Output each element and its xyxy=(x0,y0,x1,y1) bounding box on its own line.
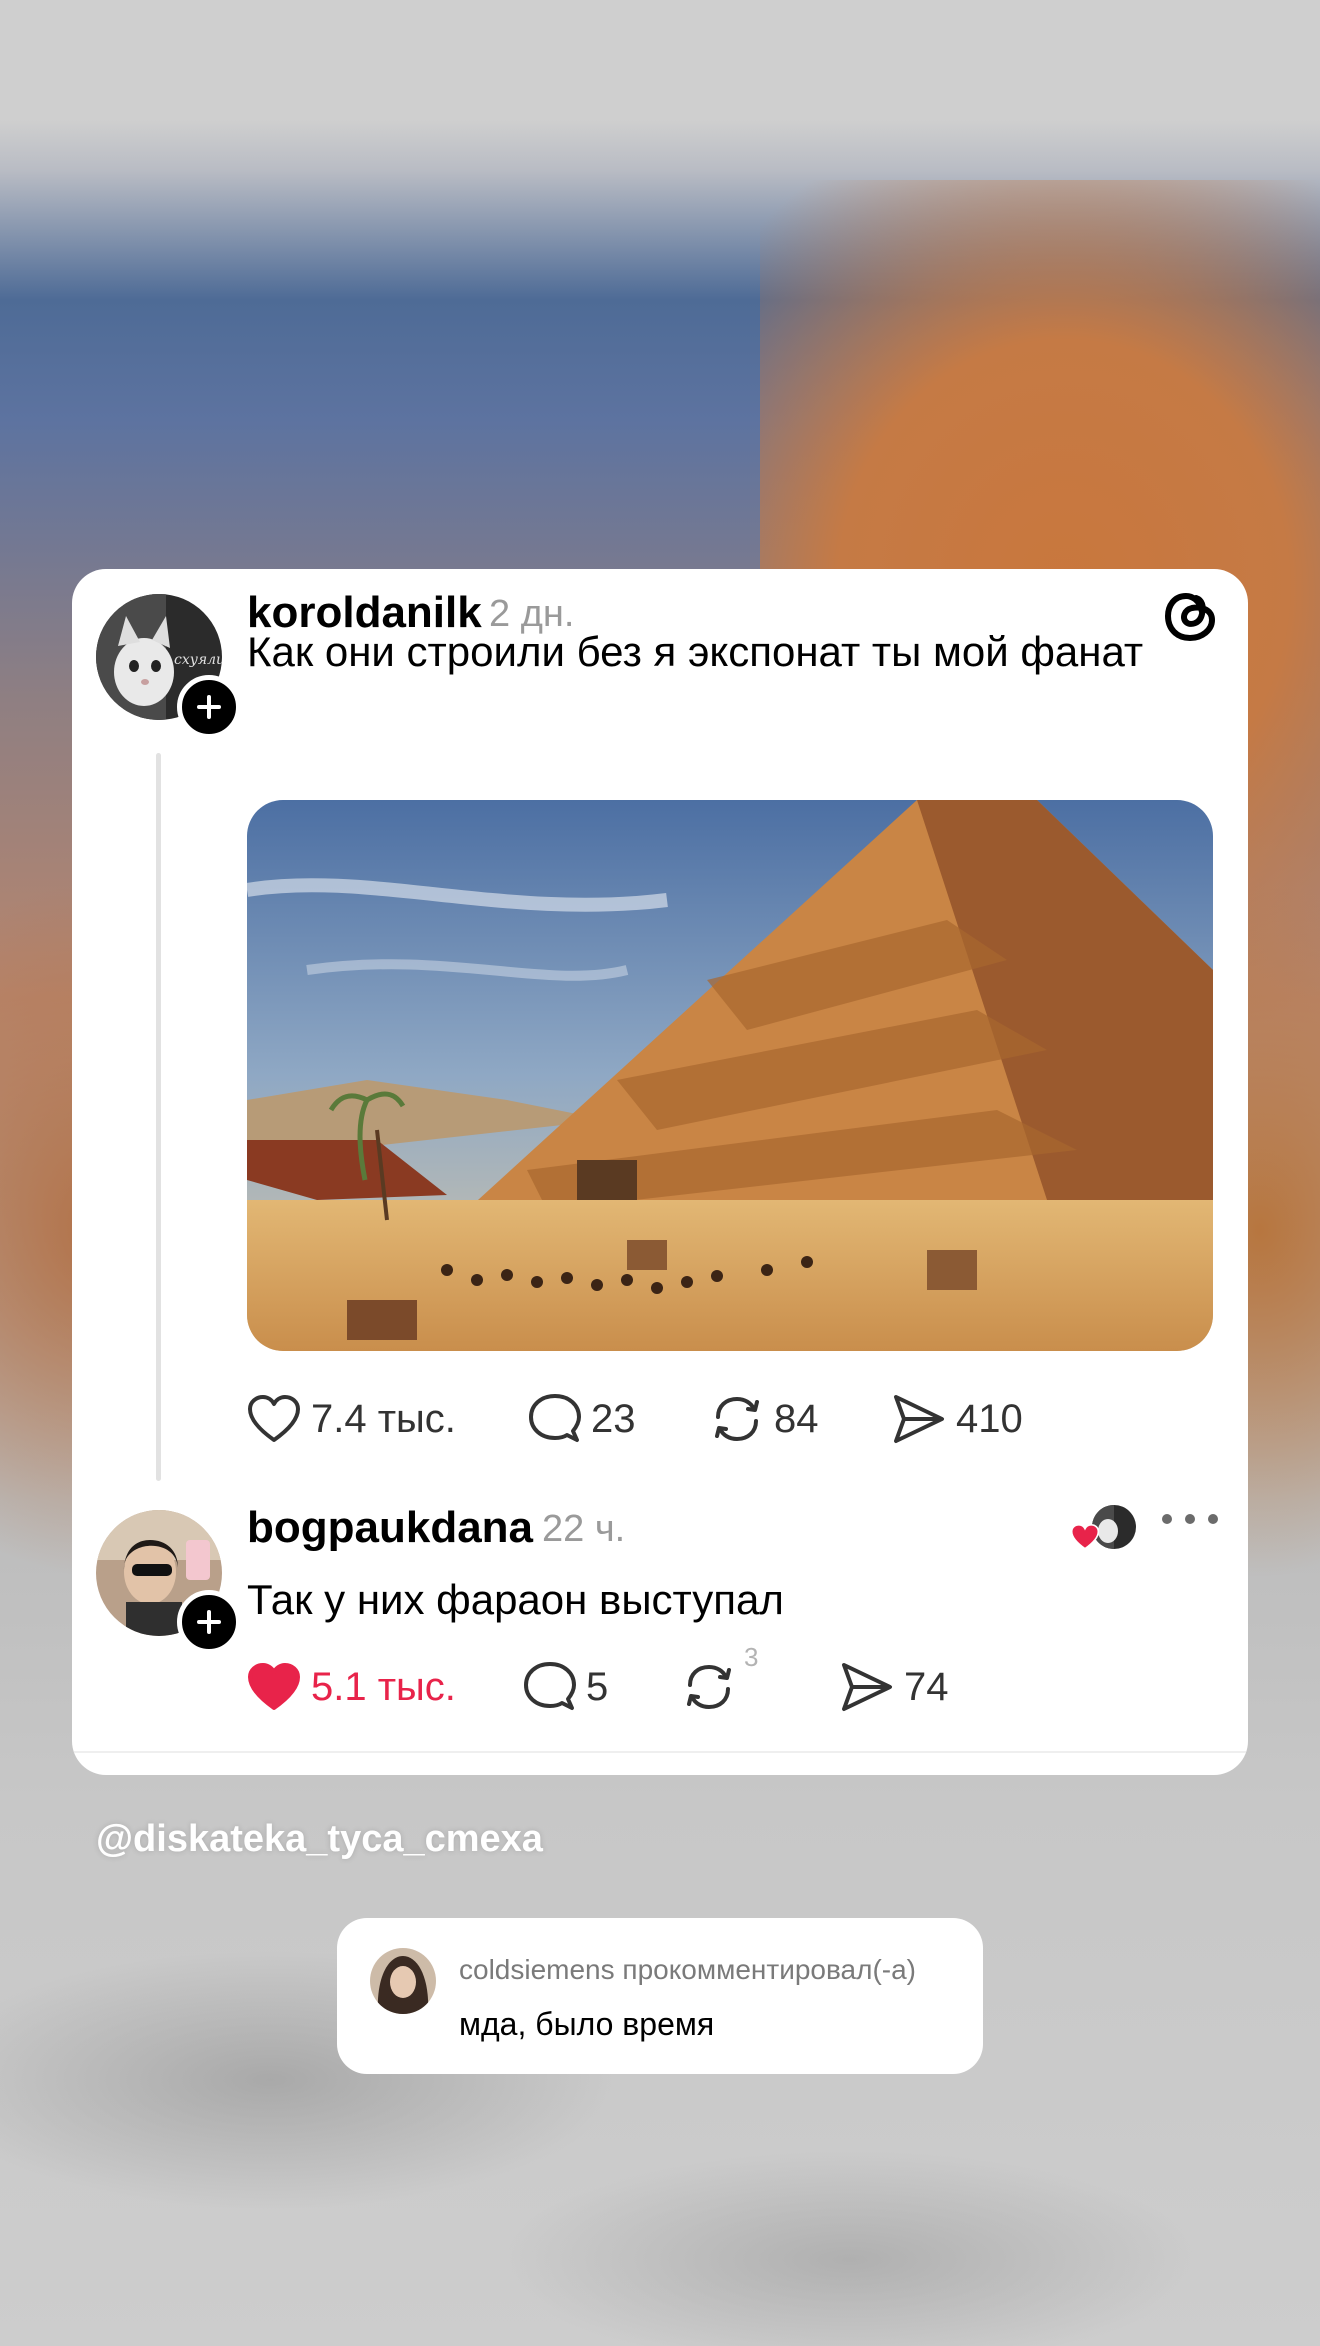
comment-notification[interactable]: coldsiemens прокомментировал(-а) мда, бы… xyxy=(337,1918,983,2074)
threads-post-card: схуяли koroldanilk 2 дн. Как они строили… xyxy=(72,569,1248,1775)
commenter-avatar xyxy=(370,1948,436,2014)
comment-count: 23 xyxy=(591,1397,636,1441)
reply-text: Так у них фараон выступал xyxy=(247,1576,784,1623)
share-count: 410 xyxy=(956,1397,1023,1441)
plus-icon xyxy=(197,695,221,719)
threads-logo-icon[interactable] xyxy=(1162,586,1218,646)
notification-message: мда, было время xyxy=(459,2006,715,2042)
more-icon xyxy=(1162,1514,1172,1524)
like-action[interactable]: 7.4 тыс. xyxy=(247,1389,456,1449)
comment-action[interactable]: 5 xyxy=(524,1657,608,1717)
notification-title: coldsiemens прокомментировал(-а) xyxy=(459,1954,917,1985)
reply-time: 22 ч. xyxy=(542,1508,626,1550)
repost-icon xyxy=(687,1664,731,1710)
post-text: Как они строили без я экспонат ты мой фа… xyxy=(247,628,1144,675)
heart-icon xyxy=(248,1663,300,1710)
like-count: 5.1 тыс. xyxy=(311,1665,456,1709)
like-count: 7.4 тыс. xyxy=(311,1397,456,1441)
thread-connector-line xyxy=(156,753,161,1481)
like-action[interactable]: 5.1 тыс. xyxy=(247,1657,456,1717)
repost-action[interactable]: 84 xyxy=(710,1389,819,1449)
heart-icon xyxy=(248,1395,300,1442)
share-action[interactable]: 74 xyxy=(840,1657,949,1717)
share-icon xyxy=(894,1395,944,1443)
more-options-button[interactable] xyxy=(1162,1509,1218,1529)
pyramid-image[interactable] xyxy=(247,800,1213,1351)
watermark-username: @diskateka_tyca_cmexa xyxy=(96,1818,543,1860)
repost-count: 3 xyxy=(744,1642,759,1672)
author-liked-indicator xyxy=(1070,1505,1136,1555)
comment-action[interactable]: 23 xyxy=(529,1389,636,1449)
heart-icon xyxy=(1070,1523,1100,1550)
reply-username[interactable]: bogpaukdana xyxy=(247,1506,533,1550)
repost-action[interactable]: 3 xyxy=(682,1644,758,1717)
share-count: 74 xyxy=(904,1665,949,1709)
share-action[interactable]: 410 xyxy=(892,1389,1023,1449)
divider xyxy=(72,1751,1248,1753)
repost-icon xyxy=(715,1396,759,1442)
comment-icon xyxy=(529,1394,581,1442)
plus-icon xyxy=(197,1610,221,1634)
repost-count: 84 xyxy=(774,1397,819,1441)
share-icon xyxy=(842,1663,892,1711)
svg-text:схуяли: схуяли xyxy=(174,652,222,668)
follow-plus-button[interactable] xyxy=(177,1590,241,1654)
comment-icon xyxy=(524,1662,576,1710)
comment-count: 5 xyxy=(586,1665,609,1709)
follow-plus-button[interactable] xyxy=(177,675,241,739)
